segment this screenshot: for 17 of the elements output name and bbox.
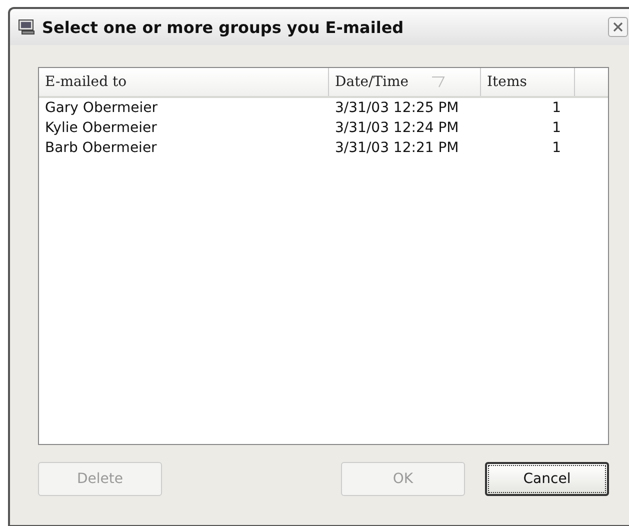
table-cell-text: 3/31/03 12:25 PM bbox=[334, 100, 460, 116]
table-cell-text: 1 bbox=[551, 100, 562, 116]
window-title: Select one or more groups you E-mailed bbox=[42, 18, 404, 36]
column-header[interactable]: Items bbox=[481, 68, 575, 96]
column-header[interactable]: E-mailed to bbox=[39, 68, 329, 96]
table-cell-text: 1 bbox=[551, 120, 562, 136]
table-cell-text: Kylie Obermeier bbox=[44, 120, 158, 136]
table-cell-text: 3/31/03 12:21 PM bbox=[334, 140, 460, 156]
close-button[interactable] bbox=[608, 17, 628, 37]
dialog-button[interactable]: Cancel bbox=[485, 462, 609, 496]
close-icon[interactable] bbox=[613, 22, 623, 32]
column-header[interactable]: Date/Time bbox=[329, 68, 481, 96]
monitor-icon bbox=[18, 19, 36, 35]
table-cell-text: Gary Obermeier bbox=[44, 100, 158, 116]
table-cell-text: 1 bbox=[551, 140, 562, 156]
table-cell-text: 3/31/03 12:24 PM bbox=[334, 120, 460, 136]
table-cell-text: Barb Obermeier bbox=[44, 140, 158, 156]
